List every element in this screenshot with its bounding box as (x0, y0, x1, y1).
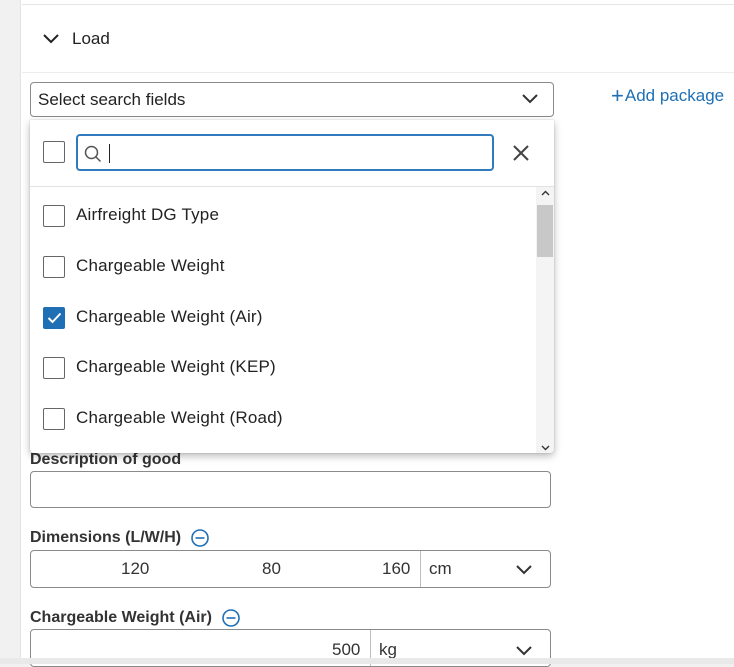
add-package-label: Add package (624, 86, 725, 105)
search-icon (84, 145, 102, 163)
option-checkbox[interactable] (43, 256, 65, 278)
close-icon[interactable] (512, 144, 530, 162)
description-input[interactable] (30, 471, 551, 508)
remove-circle-icon[interactable] (221, 608, 241, 628)
list-item[interactable]: Chargeable Weight (KEP) (30, 343, 536, 393)
list-item[interactable]: Airfreight DG Type (30, 191, 536, 241)
list-item[interactable]: Chargeable Weight (Air) (30, 293, 536, 343)
remove-circle-icon[interactable] (190, 528, 210, 548)
option-label: Chargeable Weight (76, 256, 225, 275)
option-checkbox[interactable] (43, 357, 65, 379)
dimension-unit[interactable]: cm (429, 559, 452, 579)
chevron-down-icon[interactable] (515, 564, 533, 576)
chargeable-weight-air-value[interactable]: 500 (332, 640, 360, 660)
load-section-header[interactable]: Load (42, 26, 110, 52)
bottom-edge (0, 658, 734, 664)
dropdown-search-field[interactable] (76, 134, 494, 171)
add-package-button[interactable]: + Add package (611, 83, 725, 108)
option-label: Chargeable Weight (Road) (76, 408, 283, 427)
options-scrollbar[interactable] (536, 187, 554, 453)
option-label: Chargeable Weight (Air) (76, 307, 263, 326)
list-item[interactable]: Chargeable Weight (Road) (30, 394, 536, 444)
scroll-up-arrow-icon[interactable] (541, 190, 550, 196)
check-icon (47, 312, 62, 324)
panel-top-divider (22, 4, 734, 5)
search-fields-select[interactable]: Select search fields (30, 82, 554, 117)
dimensions-label: Dimensions (L/W/H) (30, 528, 210, 548)
header-divider (22, 72, 734, 73)
load-section-title: Load (72, 29, 110, 48)
unit-divider (420, 551, 421, 587)
search-fields-dropdown: Airfreight DG Type Chargeable Weight Cha… (30, 120, 554, 453)
scrollbar-thumb[interactable] (537, 205, 553, 257)
dimensions-label-text: Dimensions (L/W/H) (30, 529, 182, 546)
dimension-height[interactable]: 160 (382, 559, 410, 579)
chevron-down-icon[interactable] (515, 645, 533, 657)
chargeable-weight-air-label-text: Chargeable Weight (Air) (30, 609, 212, 626)
search-fields-placeholder: Select search fields (38, 89, 186, 109)
plus-icon: + (611, 83, 624, 108)
chevron-down-icon (522, 94, 538, 104)
dimensions-input-group: 120 80 160 cm (30, 550, 551, 588)
dimension-width[interactable]: 80 (262, 559, 281, 579)
options-list: Airfreight DG Type Chargeable Weight Cha… (30, 187, 536, 453)
chargeable-weight-air-label: Chargeable Weight (Air) (30, 608, 241, 628)
dropdown-header (30, 120, 554, 187)
chevron-down-icon (43, 34, 59, 44)
list-item[interactable]: Chargeable Weight (30, 242, 536, 292)
description-label: Description of good (30, 451, 181, 469)
scroll-down-arrow-icon[interactable] (541, 445, 550, 451)
option-checkbox[interactable] (43, 205, 65, 227)
dimension-length[interactable]: 120 (121, 559, 149, 579)
description-label-text: Description of good (30, 451, 182, 468)
weight-unit[interactable]: kg (379, 640, 397, 660)
option-label: Airfreight DG Type (76, 205, 220, 224)
select-all-checkbox[interactable] (43, 141, 65, 163)
dropdown-search-input[interactable] (106, 140, 490, 167)
option-checkbox-checked[interactable] (43, 307, 65, 329)
option-checkbox[interactable] (43, 408, 65, 430)
option-label: Chargeable Weight (KEP) (76, 357, 276, 376)
